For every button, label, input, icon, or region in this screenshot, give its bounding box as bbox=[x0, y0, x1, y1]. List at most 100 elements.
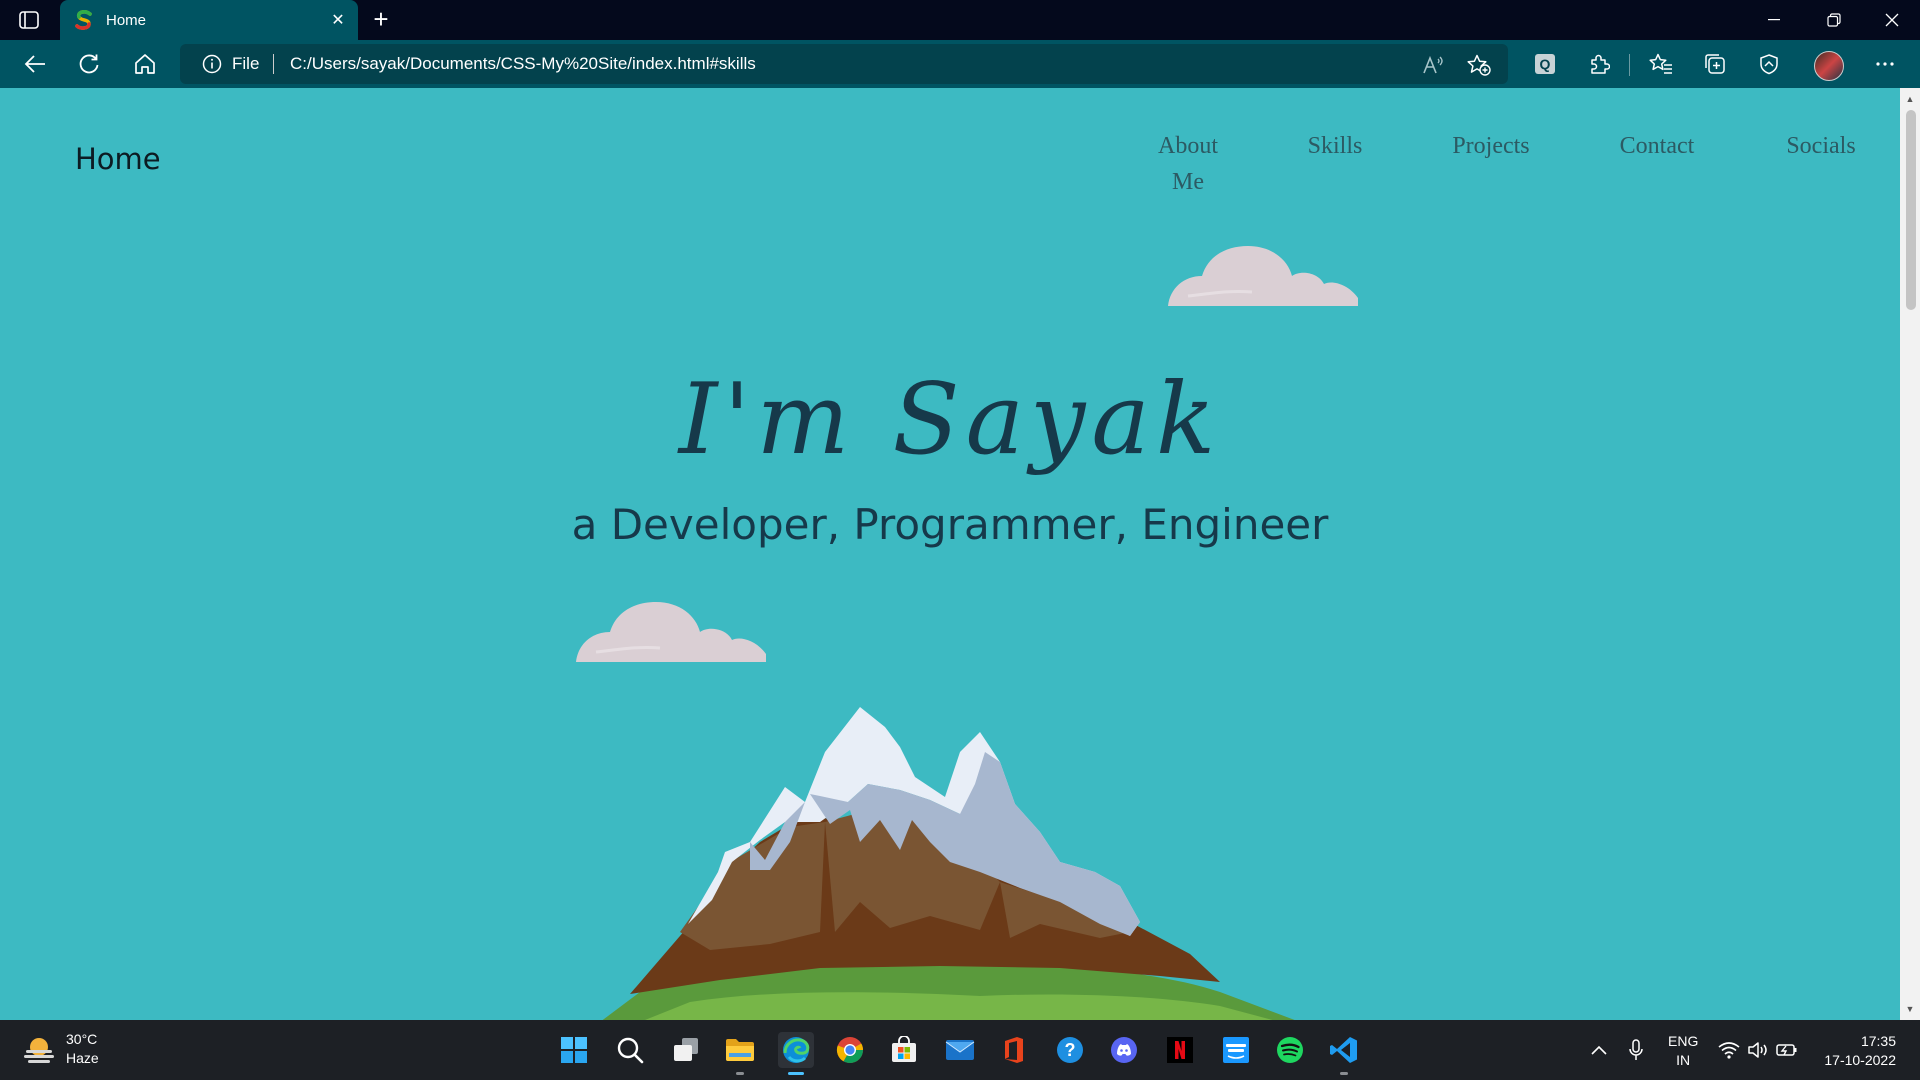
url-text[interactable]: C:/Users/sayak/Documents/CSS-My%20Site/i… bbox=[290, 54, 756, 74]
nav-contact-label: Contact bbox=[1619, 133, 1695, 159]
minimize-icon bbox=[1768, 19, 1780, 21]
taskbar-mail[interactable] bbox=[942, 1032, 978, 1068]
taskbar-spotify[interactable] bbox=[1272, 1032, 1308, 1068]
nav-skills[interactable]: Skills bbox=[1298, 128, 1372, 164]
tab-home[interactable]: Home ✕ bbox=[60, 0, 358, 40]
task-view-button[interactable] bbox=[668, 1032, 704, 1068]
folder-icon bbox=[726, 1039, 754, 1061]
nav-projects[interactable]: Projects bbox=[1446, 128, 1536, 164]
hero-subtitle: a Developer, Programmer, Engineer bbox=[571, 500, 1329, 549]
favorites-icon bbox=[1649, 53, 1672, 74]
mail-icon bbox=[945, 1040, 975, 1060]
close-icon bbox=[1885, 13, 1899, 27]
home-icon bbox=[135, 54, 155, 74]
close-window-button[interactable] bbox=[1864, 0, 1920, 40]
site-info-button[interactable]: File bbox=[202, 54, 275, 74]
taskbar-microsoft-store[interactable] bbox=[886, 1032, 922, 1068]
lang-line2: IN bbox=[1676, 1052, 1691, 1068]
address-bar[interactable]: File C:/Users/sayak/Documents/CSS-My%20S… bbox=[180, 44, 1508, 84]
nav-socials[interactable]: Socials bbox=[1776, 128, 1866, 164]
taskbar-clock[interactable]: 17:35 17-10-2022 bbox=[1818, 1032, 1896, 1070]
taskbar-vscode[interactable] bbox=[1326, 1032, 1362, 1075]
refresh-icon bbox=[79, 54, 99, 74]
weather-temp: 30°C bbox=[66, 1031, 98, 1047]
nav-socials-label: Socials bbox=[1786, 133, 1856, 159]
windows-logo-icon bbox=[561, 1037, 587, 1063]
running-indicator bbox=[1340, 1072, 1348, 1075]
taskbar-office[interactable] bbox=[996, 1032, 1032, 1068]
chevron-up-icon bbox=[1591, 1045, 1607, 1055]
address-scheme-label: File bbox=[232, 54, 260, 73]
nav-about-me[interactable]: About Me bbox=[1138, 128, 1238, 200]
edge-icon bbox=[783, 1037, 810, 1063]
taskbar-file-explorer[interactable] bbox=[722, 1032, 758, 1075]
back-button[interactable] bbox=[20, 49, 50, 79]
taskbar-chrome[interactable] bbox=[832, 1032, 868, 1068]
collections-button[interactable] bbox=[1700, 49, 1730, 79]
network-volume-battery[interactable] bbox=[1718, 1020, 1798, 1080]
microphone-status[interactable] bbox=[1628, 1020, 1644, 1080]
clock-time: 17:35 bbox=[1860, 1033, 1896, 1049]
taskbar-search[interactable] bbox=[612, 1032, 648, 1068]
close-tab-icon[interactable]: ✕ bbox=[328, 10, 348, 30]
input-language[interactable]: ENG IN bbox=[1668, 1032, 1698, 1070]
volume-icon bbox=[1748, 1042, 1767, 1058]
weather-desc: Haze bbox=[66, 1050, 99, 1066]
home-button[interactable] bbox=[130, 49, 160, 79]
start-button[interactable] bbox=[556, 1032, 592, 1068]
extensions-button[interactable] bbox=[1584, 49, 1614, 79]
site-logo[interactable]: Home bbox=[75, 142, 161, 176]
star-add-icon bbox=[1467, 54, 1491, 76]
nav-contact[interactable]: Contact bbox=[1612, 128, 1702, 164]
taskbar-discord[interactable] bbox=[1106, 1032, 1142, 1068]
info-icon bbox=[202, 54, 222, 74]
page-scrollbar[interactable]: ▲ ▼ bbox=[1900, 88, 1920, 1020]
puzzle-icon bbox=[1591, 54, 1610, 74]
restore-button[interactable] bbox=[1806, 0, 1862, 40]
battery-charging-icon bbox=[1776, 1044, 1797, 1056]
svg-text:?: ? bbox=[1065, 1040, 1076, 1060]
hero-title: I'm Sayak bbox=[678, 363, 1222, 477]
clock-date: 17-10-2022 bbox=[1824, 1052, 1896, 1068]
chrome-icon bbox=[836, 1037, 864, 1064]
taskbar-edge[interactable] bbox=[778, 1032, 814, 1075]
tab-actions-button[interactable] bbox=[14, 8, 44, 32]
restore-icon bbox=[1827, 13, 1841, 27]
read-aloud-button[interactable] bbox=[1420, 52, 1446, 78]
prime-video-icon bbox=[1223, 1037, 1249, 1063]
performance-button[interactable] bbox=[1754, 49, 1784, 79]
spotify-icon bbox=[1277, 1037, 1303, 1063]
weather-widget[interactable]: 30°C Haze bbox=[22, 1030, 99, 1068]
extension-q-icon: Q bbox=[1535, 54, 1555, 74]
settings-more-button[interactable] bbox=[1870, 49, 1900, 79]
scroll-down-arrow-icon[interactable]: ▼ bbox=[1900, 1000, 1920, 1018]
cloud-top bbox=[1168, 246, 1358, 306]
add-favorite-button[interactable] bbox=[1466, 52, 1492, 78]
weather-haze-icon bbox=[22, 1032, 56, 1066]
back-arrow-icon bbox=[24, 55, 45, 73]
refresh-button[interactable] bbox=[74, 49, 104, 79]
microphone-icon bbox=[1629, 1039, 1643, 1060]
show-hidden-icons[interactable] bbox=[1590, 1020, 1608, 1080]
quick-notes-extension[interactable]: Q bbox=[1530, 49, 1560, 79]
profile-avatar[interactable] bbox=[1814, 51, 1844, 81]
taskbar-netflix[interactable] bbox=[1162, 1032, 1198, 1068]
scroll-up-arrow-icon[interactable]: ▲ bbox=[1900, 90, 1920, 108]
nav-skills-label: Skills bbox=[1307, 133, 1363, 159]
office-icon bbox=[1005, 1037, 1023, 1063]
active-indicator bbox=[788, 1072, 804, 1075]
site-favicon-icon bbox=[74, 10, 94, 30]
new-tab-button[interactable]: + bbox=[368, 6, 394, 32]
web-page: Home About Me Skills Projects Contact So… bbox=[0, 88, 1900, 1020]
scroll-thumb[interactable] bbox=[1906, 110, 1916, 310]
favorites-button[interactable] bbox=[1646, 49, 1676, 79]
vscode-icon bbox=[1330, 1037, 1357, 1063]
wifi-icon bbox=[1718, 1042, 1740, 1059]
read-aloud-icon bbox=[1423, 55, 1443, 74]
browser-toolbar: File C:/Users/sayak/Documents/CSS-My%20S… bbox=[0, 40, 1920, 88]
search-icon bbox=[617, 1037, 644, 1064]
minimize-button[interactable] bbox=[1746, 0, 1802, 40]
address-separator bbox=[273, 54, 275, 74]
taskbar-get-help[interactable]: ? bbox=[1052, 1032, 1088, 1068]
taskbar-prime-video[interactable] bbox=[1218, 1032, 1254, 1068]
